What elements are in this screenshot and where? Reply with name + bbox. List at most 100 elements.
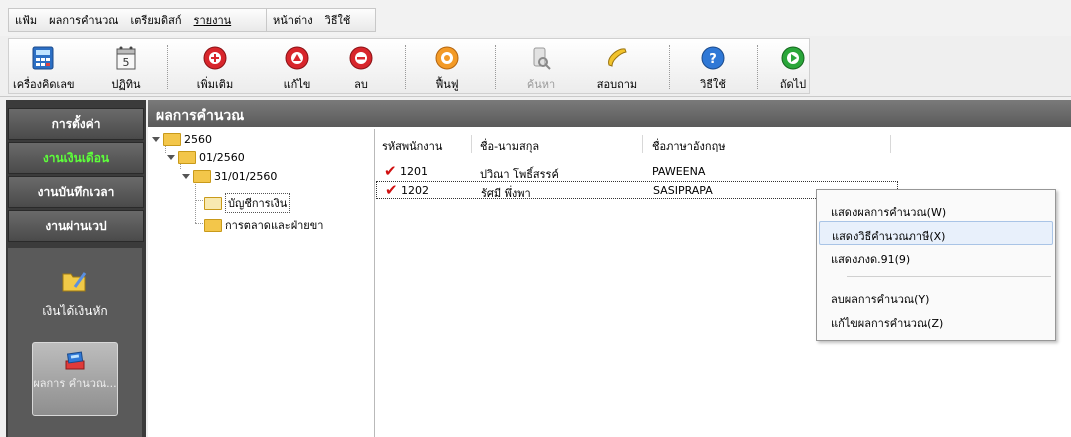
employee-code: 1202	[401, 184, 429, 197]
folder-icon	[204, 218, 222, 232]
menu-separator	[847, 276, 1051, 277]
menu-show-results[interactable]: แสดงผลการคำนวณ(W)	[819, 198, 1051, 220]
add-button[interactable]: เพิ่มเติม	[185, 45, 245, 93]
search-button[interactable]: ค้นหา	[511, 45, 571, 93]
restore-icon	[435, 46, 459, 70]
add-icon	[203, 46, 227, 70]
edit-label: แก้ไข	[283, 78, 311, 91]
folder-icon	[178, 151, 196, 164]
checkmark-icon: ✔	[384, 162, 397, 180]
menu-show-tax-method[interactable]: แสดงวิธีคำนวณภาษี(X)	[819, 221, 1053, 245]
nav-settings-label: การตั้งค่า	[51, 116, 101, 131]
delete-button[interactable]: ลบ	[331, 45, 391, 93]
checkmark-icon: ✔	[385, 181, 398, 199]
page-title: ผลการคำนวณ	[156, 108, 245, 124]
column-header-name[interactable]: ชื่อ-นามสกุล	[480, 137, 539, 155]
tree-node-dept-accounting-label: บัญชีการเงิน	[225, 193, 291, 213]
search-label: ค้นหา	[526, 78, 556, 91]
menu-file[interactable]: แฟ้ม	[15, 11, 37, 29]
help-label: วิธีใช้	[700, 78, 726, 91]
calendar-button[interactable]: 5 ปฏิทิน	[101, 45, 151, 93]
column-separator	[471, 135, 472, 153]
calendar-label: ปฏิทิน	[111, 78, 141, 91]
nav-web-label: งานผ่านเวป	[45, 218, 107, 233]
menu-disk[interactable]: เตรียมดิสก์	[131, 11, 182, 29]
search-icon	[533, 47, 551, 70]
nav-monthly-label: งานเงินเดือน	[42, 150, 110, 165]
employee-english-name: SASIPRAPA	[653, 184, 713, 197]
delete-label: ลบ	[354, 78, 368, 91]
calculator-label: เครื่องคิดเลข	[13, 78, 75, 91]
context-menu: แสดงผลการคำนวณ(W) แสดงวิธีคำนวณภาษี(X) แ…	[816, 189, 1056, 341]
toolbar-separator	[669, 45, 673, 89]
column-header-english[interactable]: ชื่อภาษาอังกฤษ	[652, 137, 725, 155]
folder-edit-icon	[62, 272, 87, 292]
tree-node-dept-marketing-label: การตลาดและฝ่ายขา	[225, 219, 324, 232]
menu-delete-results-label: ลบผลการคำนวณ(Y)	[831, 293, 930, 306]
toolbar-separator	[405, 45, 409, 89]
svg-text:?: ?	[709, 52, 717, 67]
menu-results[interactable]: ผลการคำนวณ	[49, 11, 118, 29]
menu-group-window: หน้าต่าง วิธีใช้	[266, 8, 376, 32]
calendar-icon: 5	[116, 46, 136, 70]
menu-bar: แฟ้ม ผลการคำนวณ เตรียมดิสก์ รายงาน หน้าต…	[0, 0, 1071, 36]
inquiry-button[interactable]: สอบถาม	[587, 45, 647, 93]
menu-edit-results-label: แก้ไขผลการคำนวณ(Z)	[831, 317, 944, 330]
nav-settings[interactable]: การตั้งค่า	[8, 108, 144, 140]
menu-window[interactable]: หน้าต่าง	[273, 11, 313, 29]
expand-arrow-icon[interactable]	[167, 155, 175, 160]
period-tree: 2560 01/2560 31/01/2560 บัญชีการเงิน การ…	[150, 129, 375, 437]
tree-node-dept-marketing[interactable]: การตลาดและฝ่ายขา	[204, 216, 323, 234]
next-label: ถัดไป	[779, 78, 807, 91]
tree-node-year[interactable]: 2560	[152, 133, 212, 146]
toolbar-separator	[167, 45, 171, 89]
tree-node-date[interactable]: 31/01/2560	[182, 170, 277, 183]
nav-web[interactable]: งานผ่านเวป	[8, 210, 144, 242]
expand-arrow-icon[interactable]	[152, 137, 160, 142]
edit-button[interactable]: แก้ไข	[267, 45, 327, 93]
nav-time[interactable]: งานบันทึกเวลา	[8, 176, 144, 208]
tree-node-period-label: 01/2560	[199, 151, 245, 164]
content-titlebar: ผลการคำนวณ	[148, 100, 1071, 127]
edit-icon	[285, 46, 309, 70]
next-icon	[781, 46, 805, 70]
tree-node-period[interactable]: 01/2560	[167, 151, 245, 164]
help-icon: ?	[701, 46, 725, 70]
delete-icon	[349, 46, 373, 70]
menu-edit-results[interactable]: แก้ไขผลการคำนวณ(Z)	[819, 309, 1051, 331]
toolbar-strip: เครื่องคิดเลข 5 ปฏิทิน เพิ่มเติม แก้ไข ล…	[8, 38, 810, 94]
calc-results-item[interactable]: ผลการ คำนวณ...	[32, 342, 118, 416]
table-row[interactable]: ✔ 1201 ปวิณา โพธิ์สรรค์ PAWEENA	[376, 162, 896, 181]
menu-delete-results[interactable]: ลบผลการคำนวณ(Y)	[819, 285, 1051, 307]
column-separator	[642, 135, 643, 153]
tree-node-dept-accounting[interactable]: บัญชีการเงิน	[204, 193, 291, 213]
next-button[interactable]: ถัดไป	[771, 45, 815, 93]
expand-arrow-icon[interactable]	[182, 174, 190, 179]
column-header-code[interactable]: รหัสพนักงาน	[382, 137, 442, 155]
tree-line	[195, 200, 203, 201]
toolbar-separator	[757, 45, 761, 89]
menu-report[interactable]: รายงาน	[194, 11, 232, 29]
calendar-day: 5	[123, 56, 130, 69]
menu-group-main: แฟ้ม ผลการคำนวณ เตรียมดิสก์ รายงาน	[8, 8, 274, 32]
folder-icon	[193, 170, 211, 183]
calc-results-icon	[65, 351, 85, 370]
help-button[interactable]: ? วิธีใช้	[683, 45, 743, 93]
calculator-icon	[32, 46, 54, 70]
restore-button[interactable]: ฟื้นฟู	[417, 45, 477, 93]
menu-show-results-label: แสดงผลการคำนวณ(W)	[831, 206, 947, 219]
nav-time-label: งานบันทึกเวลา	[37, 184, 115, 199]
menu-show-pnd91[interactable]: แสดงภงด.91(9)	[819, 245, 1051, 267]
folder-icon	[163, 133, 181, 146]
income-deduction-item[interactable]: เงินได้เงินหัก	[8, 268, 142, 321]
inquiry-label: สอบถาม	[596, 78, 638, 91]
tree-node-year-label: 2560	[184, 133, 212, 146]
nav-monthly[interactable]: งานเงินเดือน	[8, 142, 144, 174]
tree-node-date-label: 31/01/2560	[214, 170, 278, 183]
left-nav: การตั้งค่า งานเงินเดือน งานบันทึกเวลา งา…	[6, 100, 146, 437]
employee-english-name: PAWEENA	[652, 165, 706, 178]
calculator-button[interactable]: เครื่องคิดเลข	[13, 45, 75, 93]
menu-help[interactable]: วิธีใช้	[325, 11, 351, 29]
income-deduction-label: เงินได้เงินหัก	[42, 304, 108, 318]
tree-line	[195, 223, 203, 224]
